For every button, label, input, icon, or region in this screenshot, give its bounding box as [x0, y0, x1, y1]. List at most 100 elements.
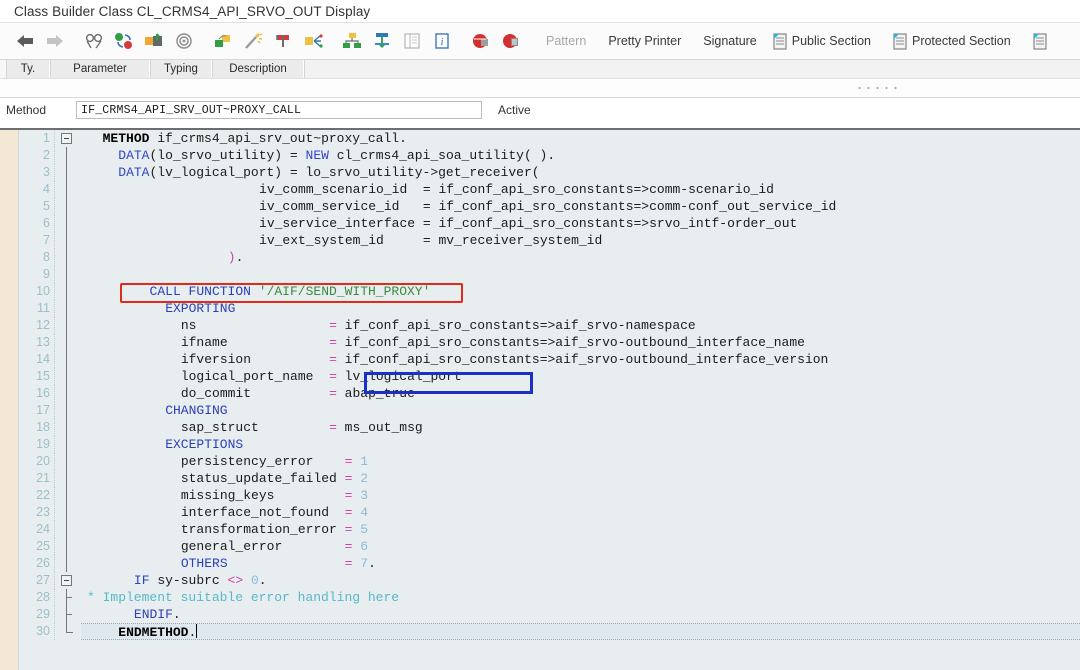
code-text[interactable]: iv_comm_scenario_id = if_conf_api_sro_co… — [81, 181, 1080, 198]
private-section-button[interactable] — [1028, 26, 1058, 56]
code-line[interactable]: 1 METHOD if_crms4_api_srv_out~proxy_call. — [19, 130, 1080, 147]
column-header-typing[interactable]: Typing — [150, 60, 212, 78]
class-hierarchy-icon[interactable] — [337, 26, 367, 56]
code-line[interactable]: 23 interface_not_found = 4 — [19, 504, 1080, 521]
code-text[interactable]: do_commit = abap_true — [81, 385, 1080, 402]
column-header-description[interactable]: Description — [212, 60, 304, 78]
code-lines-container[interactable]: 1 METHOD if_crms4_api_srv_out~proxy_call.… — [19, 130, 1080, 670]
code-text[interactable]: iv_ext_system_id = mv_receiver_system_id — [81, 232, 1080, 249]
fold-marker[interactable] — [55, 572, 81, 589]
watchpoint-icon[interactable] — [496, 26, 526, 56]
where-used-list-spiral-icon[interactable] — [169, 26, 199, 56]
public-section-button[interactable]: Public Section — [768, 26, 888, 56]
code-text[interactable]: iv_service_interface = if_conf_api_sro_c… — [81, 215, 1080, 232]
redefine-icon[interactable] — [298, 26, 328, 56]
fold-collapse-icon[interactable] — [61, 133, 72, 144]
code-line[interactable]: 16 do_commit = abap_true — [19, 385, 1080, 402]
code-text[interactable]: ns = if_conf_api_sro_constants=>aif_srvo… — [81, 317, 1080, 334]
code-text[interactable]: ). — [81, 249, 1080, 266]
column-header-type[interactable]: Ty. — [6, 60, 50, 78]
code-text[interactable]: DATA(lo_srvo_utility) = NEW cl_crms4_api… — [81, 147, 1080, 164]
column-header-parameter[interactable]: Parameter — [50, 60, 150, 78]
code-editor[interactable]: 1 METHOD if_crms4_api_srv_out~proxy_call.… — [0, 128, 1080, 670]
code-line[interactable]: 15 logical_port_name = lv_logical_port — [19, 368, 1080, 385]
documentation-icon[interactable] — [397, 26, 427, 56]
code-text[interactable]: IF sy-subrc <> 0. — [81, 572, 1080, 589]
code-line[interactable]: 14 ifversion = if_conf_api_sro_constants=… — [19, 351, 1080, 368]
code-text[interactable]: ENDMETHOD. — [81, 623, 1080, 640]
code-text[interactable]: sap_struct = ms_out_msg — [81, 419, 1080, 436]
check-syntax-icon[interactable] — [109, 26, 139, 56]
fold-line — [66, 555, 67, 572]
code-line[interactable]: 19 EXCEPTIONS — [19, 436, 1080, 453]
code-line[interactable]: 18 sap_struct = ms_out_msg — [19, 419, 1080, 436]
line-number: 27 — [19, 572, 55, 589]
line-number: 10 — [19, 283, 55, 300]
code-text[interactable]: persistency_error = 1 — [81, 453, 1080, 470]
code-line[interactable]: 9 — [19, 266, 1080, 283]
code-text[interactable]: EXPORTING — [81, 300, 1080, 317]
code-line[interactable]: 28 * Implement suitable error handling he… — [19, 589, 1080, 606]
code-line[interactable]: 6 iv_service_interface = if_conf_api_sro_… — [19, 215, 1080, 232]
code-line[interactable]: 12 ns = if_conf_api_sro_constants=>aif_sr… — [19, 317, 1080, 334]
class-local-types-flag-icon[interactable] — [268, 26, 298, 56]
local-definitions-icon[interactable] — [208, 26, 238, 56]
code-text[interactable]: transformation_error = 5 — [81, 521, 1080, 538]
code-line[interactable]: 3 DATA(lv_logical_port) = lo_srvo_utility… — [19, 164, 1080, 181]
window-title-bar: Class Builder Class CL_CRMS4_API_SRVO_OU… — [0, 0, 1080, 22]
code-line[interactable]: 10 CALL FUNCTION '/AIF/SEND_WITH_PROXY' — [19, 283, 1080, 300]
code-text[interactable]: CALL FUNCTION '/AIF/SEND_WITH_PROXY' — [81, 283, 1080, 300]
code-line[interactable]: 21 status_update_failed = 2 — [19, 470, 1080, 487]
code-line[interactable]: 4 iv_comm_scenario_id = if_conf_api_sro_c… — [19, 181, 1080, 198]
breakpoint-icon[interactable] — [466, 26, 496, 56]
code-line[interactable]: 13 ifname = if_conf_api_sro_constants=>ai… — [19, 334, 1080, 351]
forward-arrow-icon[interactable] — [40, 26, 70, 56]
pretty-printer-wand-icon[interactable] — [238, 26, 268, 56]
code-text[interactable]: EXCEPTIONS — [81, 436, 1080, 453]
code-line[interactable]: 17 CHANGING — [19, 402, 1080, 419]
line-number: 12 — [19, 317, 55, 334]
protected-section-button[interactable]: Protected Section — [888, 26, 1028, 56]
code-line[interactable]: 5 iv_comm_service_id = if_conf_api_sro_co… — [19, 198, 1080, 215]
fold-collapse-icon[interactable] — [61, 575, 72, 586]
code-line[interactable]: 27 IF sy-subrc <> 0. — [19, 572, 1080, 589]
code-text[interactable]: logical_port_name = lv_logical_port — [81, 368, 1080, 385]
code-line[interactable]: 30 ENDMETHOD. — [19, 623, 1080, 640]
code-line[interactable]: 24 transformation_error = 5 — [19, 521, 1080, 538]
signature-button[interactable]: Signature — [692, 26, 768, 56]
code-text[interactable]: ENDIF. — [81, 606, 1080, 623]
code-line[interactable]: 20 persistency_error = 1 — [19, 453, 1080, 470]
code-text[interactable]: interface_not_found = 4 — [81, 504, 1080, 521]
splitter-grip-icon[interactable] — [855, 86, 899, 90]
code-line[interactable]: 2 DATA(lo_srvo_utility) = NEW cl_crms4_ap… — [19, 147, 1080, 164]
panel-splitter[interactable] — [0, 79, 1080, 98]
pattern-button[interactable]: Pattern — [535, 26, 597, 56]
code-text[interactable]: CHANGING — [81, 402, 1080, 419]
code-text[interactable]: OTHERS = 7. — [81, 555, 1080, 572]
code-text[interactable]: general_error = 6 — [81, 538, 1080, 555]
code-line[interactable]: 11 EXPORTING — [19, 300, 1080, 317]
code-text[interactable]: METHOD if_crms4_api_srv_out~proxy_call. — [81, 130, 1080, 147]
code-text[interactable]: * Implement suitable error handling here — [81, 589, 1080, 606]
code-text[interactable]: DATA(lv_logical_port) = lo_srvo_utility-… — [81, 164, 1080, 181]
code-text[interactable]: ifversion = if_conf_api_sro_constants=>a… — [81, 351, 1080, 368]
code-line[interactable]: 29 ENDIF. — [19, 606, 1080, 623]
code-text[interactable] — [81, 266, 1080, 283]
code-line[interactable]: 26 OTHERS = 7. — [19, 555, 1080, 572]
activate-icon[interactable] — [139, 26, 169, 56]
code-text[interactable]: missing_keys = 3 — [81, 487, 1080, 504]
back-arrow-icon[interactable] — [10, 26, 40, 56]
display-change-glasses-icon[interactable] — [79, 26, 109, 56]
object-list-icon[interactable] — [367, 26, 397, 56]
code-text[interactable]: iv_comm_service_id = if_conf_api_sro_con… — [81, 198, 1080, 215]
code-text[interactable]: status_update_failed = 2 — [81, 470, 1080, 487]
code-line[interactable]: 25 general_error = 6 — [19, 538, 1080, 555]
code-line[interactable]: 22 missing_keys = 3 — [19, 487, 1080, 504]
fold-marker[interactable] — [55, 130, 81, 147]
method-name-input[interactable]: IF_CRMS4_API_SRV_OUT~PROXY_CALL — [76, 101, 482, 119]
code-text[interactable]: ifname = if_conf_api_sro_constants=>aif_… — [81, 334, 1080, 351]
pretty-printer-button[interactable]: Pretty Printer — [597, 26, 692, 56]
code-line[interactable]: 8). — [19, 249, 1080, 266]
code-line[interactable]: 7 iv_ext_system_id = mv_receiver_system_i… — [19, 232, 1080, 249]
info-icon[interactable]: i — [427, 26, 457, 56]
